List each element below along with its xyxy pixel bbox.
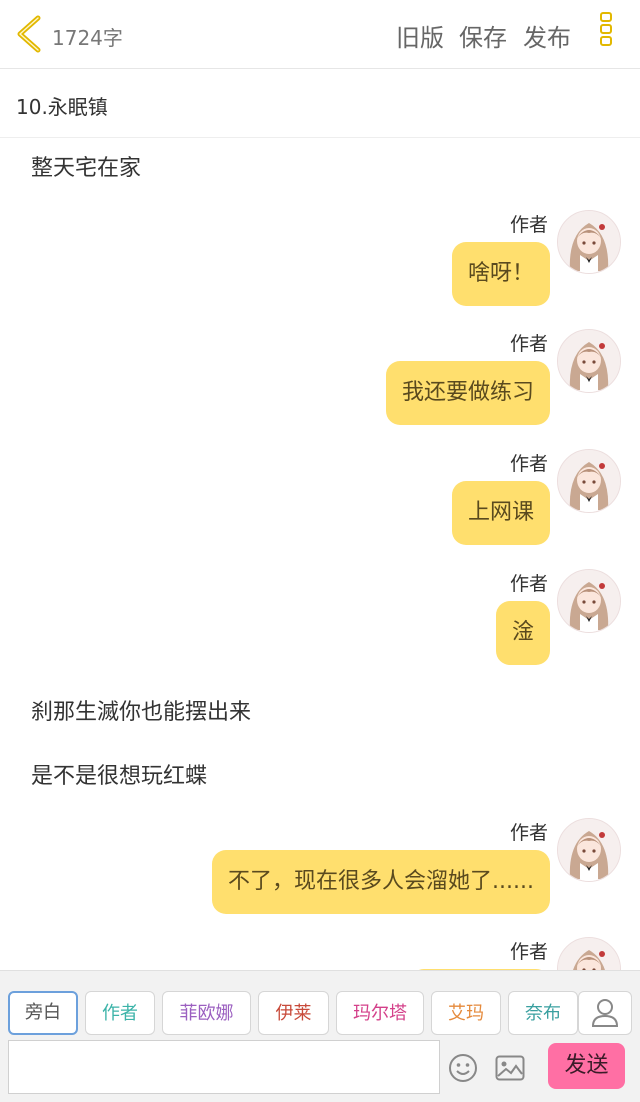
image-icon[interactable]: [495, 1055, 525, 1081]
role-button-eli[interactable]: 伊莱: [258, 991, 329, 1035]
emoji-icon[interactable]: [448, 1053, 478, 1083]
role-button-fiona[interactable]: 菲欧娜: [162, 991, 251, 1035]
author-name: 作者: [509, 333, 548, 355]
author-avatar[interactable]: [557, 818, 621, 882]
avatar-portrait-icon: [558, 450, 620, 512]
author-message-bubble[interactable]: 淦: [495, 601, 550, 665]
top-bar: 1724字 旧版 保存 发布: [0, 0, 640, 69]
author-message-bubble[interactable]: 我还要做练习: [385, 361, 550, 425]
author-message-bubble[interactable]: 不了，现在很多人会溜她了......: [212, 850, 550, 914]
back-chevron-icon[interactable]: [12, 14, 46, 54]
author-name: 作者: [509, 822, 548, 844]
author-name: 作者: [509, 941, 548, 963]
author-avatar[interactable]: [557, 210, 621, 274]
author-name: 作者: [509, 573, 548, 595]
avatar-portrait-icon: [558, 330, 620, 392]
composer-panel: 旁白 作者 菲欧娜 伊莱 玛尔塔 艾玛 奈布 发送: [0, 970, 640, 1102]
author-avatar[interactable]: [557, 569, 621, 633]
avatar-portrait-icon: [558, 570, 620, 632]
role-button-author[interactable]: 作者: [85, 991, 155, 1035]
message-list[interactable]: 整天宅在家 作者 啥呀！ 作者 我还要做练习 作者 上网课 作者 淦 刹那生滅你…: [0, 138, 640, 970]
author-avatar[interactable]: [557, 329, 621, 393]
publish-button[interactable]: 发布: [523, 18, 571, 53]
avatar-portrait-icon: [558, 938, 620, 970]
add-role-button[interactable]: [578, 991, 632, 1035]
author-name: 作者: [509, 214, 548, 236]
author-avatar[interactable]: [557, 937, 621, 970]
more-menu-icon[interactable]: [598, 12, 618, 56]
narration-message[interactable]: 整天宅在家: [31, 150, 141, 182]
message-input[interactable]: [8, 1040, 440, 1094]
avatar-portrait-icon: [558, 819, 620, 881]
role-button-martha[interactable]: 玛尔塔: [336, 991, 424, 1035]
send-button[interactable]: 发送: [548, 1043, 625, 1089]
word-count: 1724字: [52, 26, 123, 50]
narration-message[interactable]: 刹那生滅你也能摆出来: [31, 694, 251, 726]
author-avatar[interactable]: [557, 449, 621, 513]
role-button-narrator[interactable]: 旁白: [8, 991, 78, 1035]
save-button[interactable]: 保存: [459, 18, 507, 53]
person-icon: [591, 999, 619, 1027]
author-message-bubble[interactable]: 上网课: [451, 481, 550, 545]
role-button-emma[interactable]: 艾玛: [431, 991, 501, 1035]
author-name: 作者: [509, 453, 548, 475]
role-button-naib[interactable]: 奈布: [508, 991, 578, 1035]
chapter-title-bar[interactable]: 10.永眠镇: [0, 69, 640, 138]
chapter-title: 10.永眠镇: [16, 95, 108, 119]
role-selector: 旁白 作者 菲欧娜 伊莱 玛尔塔 艾玛 奈布: [0, 971, 640, 1035]
old-version-button[interactable]: 旧版: [396, 18, 444, 53]
narration-message[interactable]: 是不是很想玩红蝶: [31, 758, 207, 790]
avatar-portrait-icon: [558, 211, 620, 273]
author-message-bubble[interactable]: 啥呀！: [451, 242, 550, 306]
